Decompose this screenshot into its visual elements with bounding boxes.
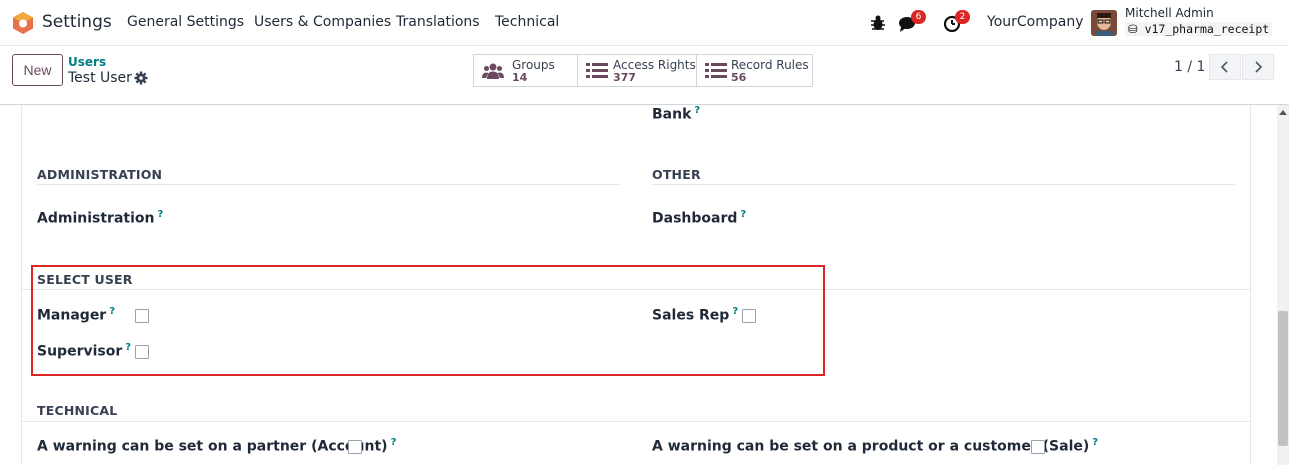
chevron-left-icon bbox=[1220, 61, 1228, 73]
warning-partner-label-text: A warning can be set on a partner (Accou… bbox=[37, 438, 388, 455]
section-technical: TECHNICAL bbox=[37, 403, 118, 418]
database-icon: ⛁ bbox=[1128, 22, 1145, 36]
bank-field-label: Bank? bbox=[652, 105, 700, 123]
sheet-right-border bbox=[1250, 105, 1251, 465]
dashboard-field-label: Dashboard? bbox=[652, 209, 746, 227]
dashboard-label-text: Dashboard bbox=[652, 210, 738, 227]
pager-value[interactable]: 1 / 1 bbox=[1174, 59, 1205, 75]
breadcrumb-users[interactable]: Users bbox=[68, 55, 106, 69]
sheet-left-border bbox=[21, 105, 22, 465]
app-name[interactable]: Settings bbox=[42, 12, 112, 32]
help-tooltip-icon[interactable]: ? bbox=[740, 209, 746, 220]
bank-label-text: Bank bbox=[652, 106, 692, 123]
administration-label-text: Administration bbox=[37, 210, 155, 227]
activities-badge: 2 bbox=[955, 10, 970, 24]
scrollbar-thumb[interactable] bbox=[1278, 311, 1288, 446]
top-navbar: Settings General Settings Users & Compan… bbox=[0, 0, 1289, 46]
user-name[interactable]: Mitchell Admin bbox=[1125, 6, 1214, 20]
section-administration: ADMINISTRATION bbox=[37, 167, 163, 182]
warning-product-checkbox[interactable] bbox=[1031, 440, 1045, 454]
select-user-highlight-box bbox=[31, 265, 825, 376]
company-switcher[interactable]: YourCompany bbox=[987, 14, 1084, 30]
messages-badge: 6 bbox=[911, 10, 926, 24]
bug-icon[interactable] bbox=[868, 13, 888, 33]
divider bbox=[37, 184, 620, 185]
list-icon bbox=[705, 63, 727, 78]
user-avatar[interactable] bbox=[1091, 10, 1117, 36]
access-rights-label: Access Rights bbox=[613, 58, 696, 72]
warning-partner-checkbox[interactable] bbox=[348, 440, 362, 454]
pager-next-button[interactable] bbox=[1242, 54, 1274, 80]
pager-previous-button[interactable] bbox=[1209, 54, 1241, 80]
divider bbox=[22, 421, 1250, 422]
record-rules-smart-button[interactable]: Record Rules 56 bbox=[696, 54, 813, 87]
menu-technical[interactable]: Technical bbox=[495, 14, 559, 30]
help-tooltip-icon[interactable]: ? bbox=[157, 209, 163, 220]
divider bbox=[652, 184, 1235, 185]
help-tooltip-icon[interactable]: ? bbox=[1092, 437, 1098, 448]
help-tooltip-icon[interactable]: ? bbox=[391, 437, 397, 448]
menu-users-companies[interactable]: Users & Companies bbox=[254, 14, 391, 30]
menu-general-settings[interactable]: General Settings bbox=[127, 14, 244, 30]
database-name-text: v17_pharma_receipt bbox=[1144, 22, 1270, 36]
section-other: OTHER bbox=[652, 167, 701, 182]
record-rules-label: Record Rules bbox=[731, 58, 809, 72]
list-icon bbox=[586, 63, 608, 78]
administration-field-label: Administration? bbox=[37, 209, 163, 227]
scroll-up-arrow-icon[interactable] bbox=[1279, 110, 1287, 115]
access-rights-count: 377 bbox=[613, 71, 636, 84]
warning-product-label-text: A warning can be set on a product or a c… bbox=[652, 438, 1090, 455]
record-name: Test User bbox=[68, 70, 132, 86]
users-icon bbox=[482, 63, 504, 79]
groups-smart-button[interactable]: Groups 14 bbox=[473, 54, 578, 87]
record-rules-count: 56 bbox=[731, 71, 747, 84]
warning-partner-field-label: A warning can be set on a partner (Accou… bbox=[37, 437, 396, 455]
control-panel: New Users Test User Groups 14 Access Rig… bbox=[0, 46, 1289, 105]
help-tooltip-icon[interactable]: ? bbox=[694, 105, 700, 116]
gear-icon[interactable] bbox=[134, 71, 148, 85]
settings-app-icon[interactable] bbox=[12, 11, 34, 35]
menu-translations[interactable]: Translations bbox=[396, 14, 480, 30]
database-name: ⛁ v17_pharma_receipt bbox=[1125, 22, 1273, 36]
chevron-right-icon bbox=[1255, 61, 1263, 73]
new-button[interactable]: New bbox=[12, 54, 63, 86]
groups-count: 14 bbox=[512, 71, 528, 84]
groups-label: Groups bbox=[512, 58, 555, 72]
access-rights-smart-button[interactable]: Access Rights 377 bbox=[577, 54, 697, 87]
